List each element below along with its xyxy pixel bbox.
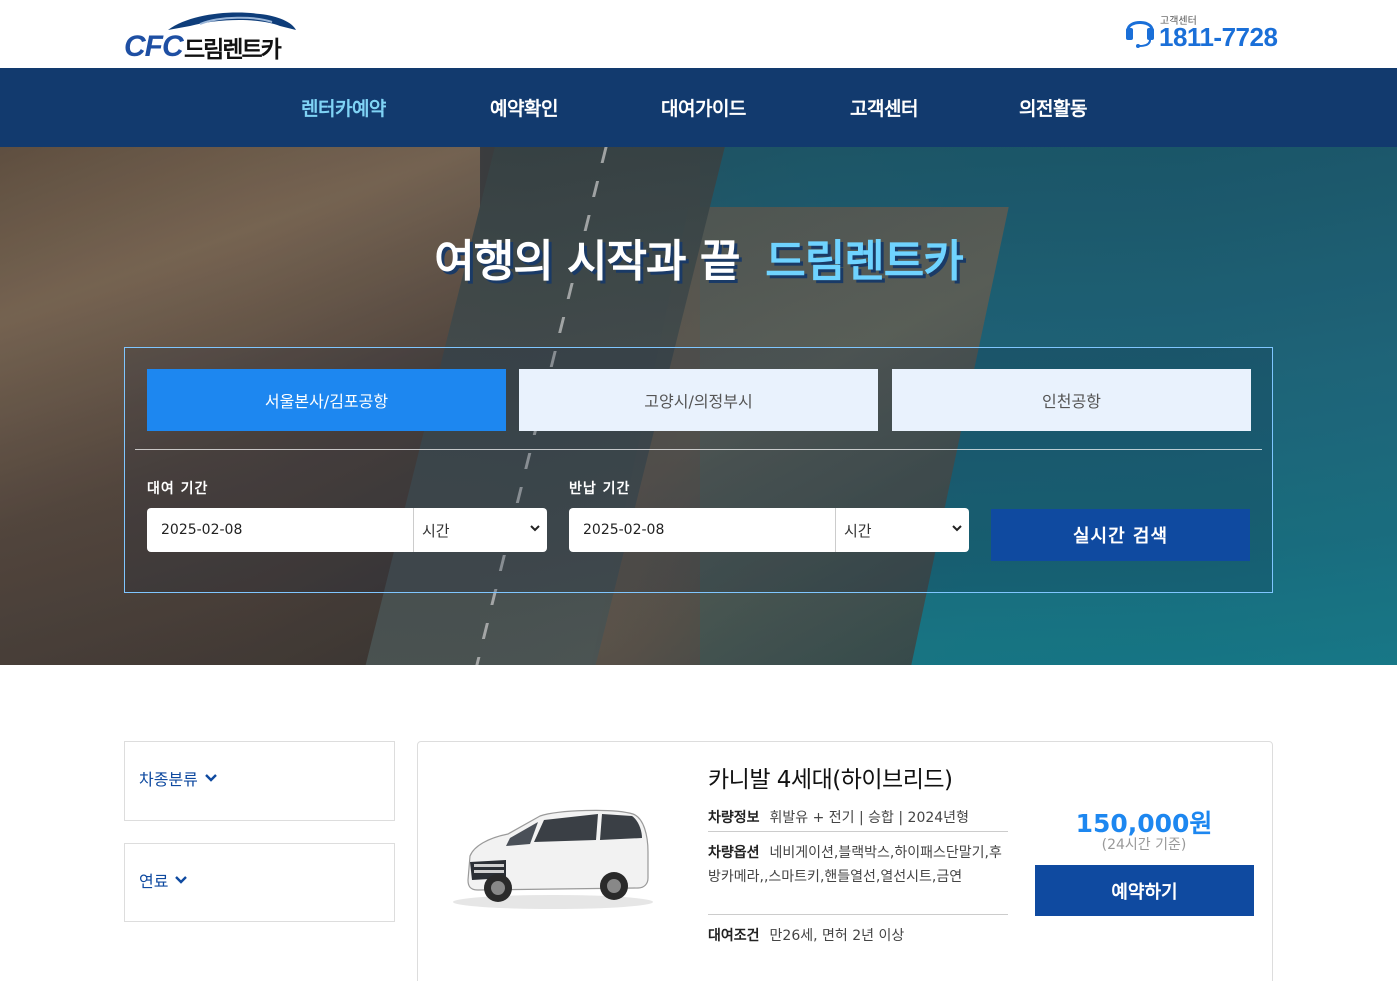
filter-car-type-toggle[interactable]: 차종분류 — [139, 766, 218, 790]
chevron-down-icon — [952, 525, 962, 532]
logo-cfc-text: CFC — [124, 30, 184, 63]
nav-item-reservation[interactable]: 렌터카예약 — [301, 94, 386, 121]
site-header: CFC 드림렌트카 고객센터 1811-7728 — [0, 0, 1397, 68]
nav-item-rental-guide[interactable]: 대여가이드 — [661, 94, 746, 121]
main-nav: 렌터카예약 예약확인 대여가이드 고객센터 의전활동 — [0, 68, 1397, 147]
nav-item-customer-center[interactable]: 고객센터 — [850, 94, 918, 121]
nav-item-protocol[interactable]: 의전활동 — [1019, 94, 1087, 121]
logo[interactable]: CFC 드림렌트카 — [122, 8, 302, 63]
chevron-down-icon — [530, 525, 540, 532]
filter-fuel-label: 연료 — [139, 872, 169, 891]
pickup-time-select[interactable]: 시간 — [414, 508, 547, 552]
car-info-row: 차량정보 휘발유 + 전기 | 승합 | 2024년형 — [708, 806, 1008, 830]
chevron-down-icon — [205, 774, 217, 782]
car-photo — [453, 809, 653, 909]
logo-brand-name: 드림렌트카 — [184, 37, 282, 63]
return-time-value: 시간 — [844, 521, 872, 540]
search-panel: 서울본사/김포공항 고양시/의정부시 인천공항 대여 기간 2025-02-08… — [124, 347, 1273, 593]
car-info-value: 휘발유 + 전기 | 승합 | 2024년형 — [769, 810, 969, 826]
return-date-input[interactable]: 2025-02-08 — [569, 508, 836, 552]
return-label: 반납 기간 — [569, 481, 631, 497]
hero-title-main: 여행의 시작과 끝 — [434, 236, 740, 287]
car-name: 카니발 4세대(하이브리드) — [708, 767, 953, 793]
pickup-datetime: 2025-02-08 시간 — [147, 508, 547, 552]
tab-goyang-uijeongbu[interactable]: 고양시/의정부시 — [519, 369, 878, 431]
filter-car-type-label: 차종분류 — [139, 770, 198, 789]
car-price-note: (24시간 기준) — [1101, 837, 1187, 853]
car-options-row: 차량옵션 네비게이션,블랙박스,하이패스단말기,후방카메라,,스마트키,핸들열선,… — [708, 841, 1008, 889]
return-datetime: 2025-02-08 시간 — [569, 508, 969, 552]
car-info-label: 차량정보 — [708, 810, 760, 826]
return-time-select[interactable]: 시간 — [836, 508, 969, 552]
car-condition-row: 대여조건 만26세, 면허 2년 이상 — [708, 924, 1008, 948]
hero-title-brand: 드림렌트카 — [765, 236, 963, 287]
pickup-time-value: 시간 — [422, 521, 450, 540]
car-condition-value: 만26세, 면허 2년 이상 — [769, 928, 905, 944]
pickup-date-input[interactable]: 2025-02-08 — [147, 508, 414, 552]
hero-banner: 여행의 시작과 끝 드림렌트카 서울본사/김포공항 고양시/의정부시 인천공항 대… — [0, 147, 1397, 665]
book-button[interactable]: 예약하기 — [1035, 865, 1254, 916]
hero-title: 여행의 시작과 끝 드림렌트카 — [0, 225, 1397, 289]
tab-seoul-gimpo[interactable]: 서울본사/김포공항 — [147, 369, 506, 431]
car-card: 카니발 4세대(하이브리드) 차량정보 휘발유 + 전기 | 승합 | 2024년… — [417, 741, 1273, 981]
filter-car-type: 차종분류 — [124, 741, 395, 821]
chevron-down-icon — [175, 876, 188, 884]
headset-icon — [1126, 21, 1154, 48]
tab-incheon-airport[interactable]: 인천공항 — [892, 369, 1251, 431]
pickup-label: 대여 기간 — [147, 481, 209, 497]
panel-divider — [135, 449, 1262, 450]
nav-item-check-reservation[interactable]: 예약확인 — [490, 94, 558, 121]
realtime-search-button[interactable]: 실시간 검색 — [991, 509, 1250, 561]
car-options-label: 차량옵션 — [708, 845, 760, 861]
customer-center[interactable]: 고객센터 1811-7728 — [1124, 10, 1284, 54]
filter-fuel: 연료 — [124, 843, 395, 922]
cs-phone-number[interactable]: 1811-7728 — [1159, 22, 1278, 53]
car-condition-label: 대여조건 — [708, 928, 760, 944]
filter-fuel-toggle[interactable]: 연료 — [139, 868, 188, 892]
